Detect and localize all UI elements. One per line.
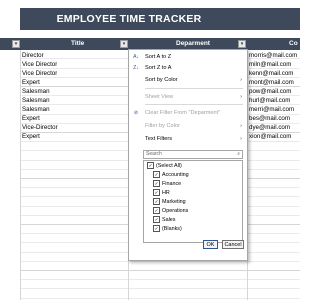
option-label: Marketing xyxy=(162,199,186,205)
cell-contact[interactable]: mont@mail.com xyxy=(249,78,294,87)
filter-option[interactable]: ✓ Marketing xyxy=(153,198,186,206)
checkbox-icon[interactable]: ✓ xyxy=(153,171,160,179)
checkbox-icon[interactable]: ✓ xyxy=(153,198,160,206)
filter-option[interactable]: ✓ Sales xyxy=(153,216,176,224)
cell-title[interactable]: Expert xyxy=(22,132,40,141)
menu-separator xyxy=(145,88,243,89)
cell-title[interactable]: Expert xyxy=(22,114,40,123)
cell-contact[interactable]: dye@mail.com xyxy=(249,123,290,132)
filter-dropdown-button-department[interactable]: ▾ xyxy=(238,40,246,48)
search-placeholder: Search xyxy=(146,151,162,157)
chevron-right-icon: › xyxy=(240,123,242,129)
header-contact: Co xyxy=(289,40,298,47)
page-title: EMPLOYEE TIME TRACKER xyxy=(56,13,202,25)
option-label: HR xyxy=(162,190,170,196)
filter-option[interactable]: ✓ (Blanks) xyxy=(153,225,182,233)
chevron-right-icon: › xyxy=(240,94,242,100)
filter-option[interactable]: ✓ Operations xyxy=(153,207,188,215)
filter-search-input[interactable]: Search ⌕ xyxy=(143,150,243,159)
checkbox-icon[interactable]: ✓ xyxy=(153,225,160,233)
filter-menu: A↓ Sort A to Z Z↓ Sort Z to A Sort by Co… xyxy=(128,49,248,261)
cell-contact[interactable]: hurl@mail.com xyxy=(249,96,290,105)
cell-title[interactable]: Expert xyxy=(22,78,40,87)
search-icon: ⌕ xyxy=(237,151,240,157)
cell-title[interactable]: Vice-Director xyxy=(22,123,58,132)
option-label: Accounting xyxy=(162,172,189,178)
filter-dropdown-button-col-a[interactable]: ▾ xyxy=(12,40,20,48)
checkbox-icon[interactable]: ✓ xyxy=(153,180,160,188)
ok-button[interactable]: OK xyxy=(203,240,218,249)
cell-title[interactable]: Vice Director xyxy=(22,60,57,69)
cell-contact[interactable]: bes@mail.com xyxy=(249,114,290,123)
menu-item-sort-a-z[interactable]: A↓ Sort A to Z xyxy=(129,52,247,62)
sort-descending-icon: Z↓ xyxy=(133,65,139,71)
checkbox-icon[interactable]: ✓ xyxy=(147,162,154,170)
option-label: Finance xyxy=(162,181,182,187)
checkbox-icon[interactable]: ✓ xyxy=(153,189,160,197)
checkbox-icon[interactable]: ✓ xyxy=(153,216,160,224)
cancel-button[interactable]: Cancel xyxy=(222,240,244,249)
filter-dropdown-button-title[interactable]: ▾ xyxy=(120,40,128,48)
option-label: (Select All) xyxy=(156,163,182,169)
cell-title[interactable]: Salesman xyxy=(22,105,50,114)
cell-contact[interactable]: xion@mail.com xyxy=(249,132,291,141)
option-label: (Blanks) xyxy=(162,226,182,232)
filter-option[interactable]: ✓ HR xyxy=(153,189,170,197)
menu-item-label: Clear Filter From "Deparment" xyxy=(145,110,221,116)
menu-item-text-filters[interactable]: Text Filters › xyxy=(129,134,247,144)
filter-option[interactable]: ✓ Finance xyxy=(153,180,181,188)
option-label: Operations xyxy=(162,208,189,214)
cell-contact[interactable]: pow@mail.com xyxy=(249,87,291,96)
menu-item-label: Sheet View xyxy=(145,94,174,100)
sort-ascending-icon: A↓ xyxy=(133,54,139,60)
column-divider xyxy=(20,50,21,300)
menu-item-label: Sort A to Z xyxy=(145,54,172,60)
cell-contact[interactable]: miln@mail.com xyxy=(249,60,291,69)
cell-contact[interactable]: merri@mail.com xyxy=(249,105,294,114)
cell-contact[interactable]: morris@mail.com xyxy=(249,51,297,60)
menu-item-label: Sort Z to A xyxy=(145,65,172,71)
cell-contact[interactable]: kenn@mail.com xyxy=(249,69,293,78)
filter-option-select-all[interactable]: ✓ (Select All) xyxy=(147,162,182,170)
menu-item-clear-filter: ⊘ Clear Filter From "Deparment" xyxy=(129,108,247,118)
menu-item-sheet-view: Sheet View › xyxy=(129,92,247,102)
menu-item-label: Sort by Color xyxy=(145,77,178,83)
title-banner: EMPLOYEE TIME TRACKER xyxy=(0,0,300,38)
menu-item-filter-by-color: Filter by Color › xyxy=(129,121,247,131)
menu-separator xyxy=(145,104,243,105)
filter-values-list: ✓ (Select All) ✓ Accounting ✓ Finance ✓ HR ✓… xyxy=(143,160,243,243)
cell-title[interactable]: Salesman xyxy=(22,87,50,96)
cell-title[interactable]: Vice Director xyxy=(22,69,57,78)
cell-title[interactable]: Salesman xyxy=(22,96,50,105)
menu-item-sort-z-a[interactable]: Z↓ Sort Z to A xyxy=(129,63,247,73)
cell-title[interactable]: Director xyxy=(22,51,44,60)
menu-item-label: Text Filters xyxy=(145,136,173,142)
header-title: Title xyxy=(71,40,85,47)
chevron-right-icon: › xyxy=(240,77,242,83)
menu-item-sort-by-color[interactable]: Sort by Color › xyxy=(129,75,247,85)
filter-option[interactable]: ✓ Accounting xyxy=(153,171,189,179)
chevron-right-icon: › xyxy=(240,136,242,142)
clear-filter-icon: ⊘ xyxy=(133,110,139,116)
checkbox-icon[interactable]: ✓ xyxy=(153,207,160,215)
option-label: Sales xyxy=(162,217,176,223)
column-a-blank xyxy=(0,50,20,300)
menu-item-label: Filter by Color xyxy=(145,123,180,129)
